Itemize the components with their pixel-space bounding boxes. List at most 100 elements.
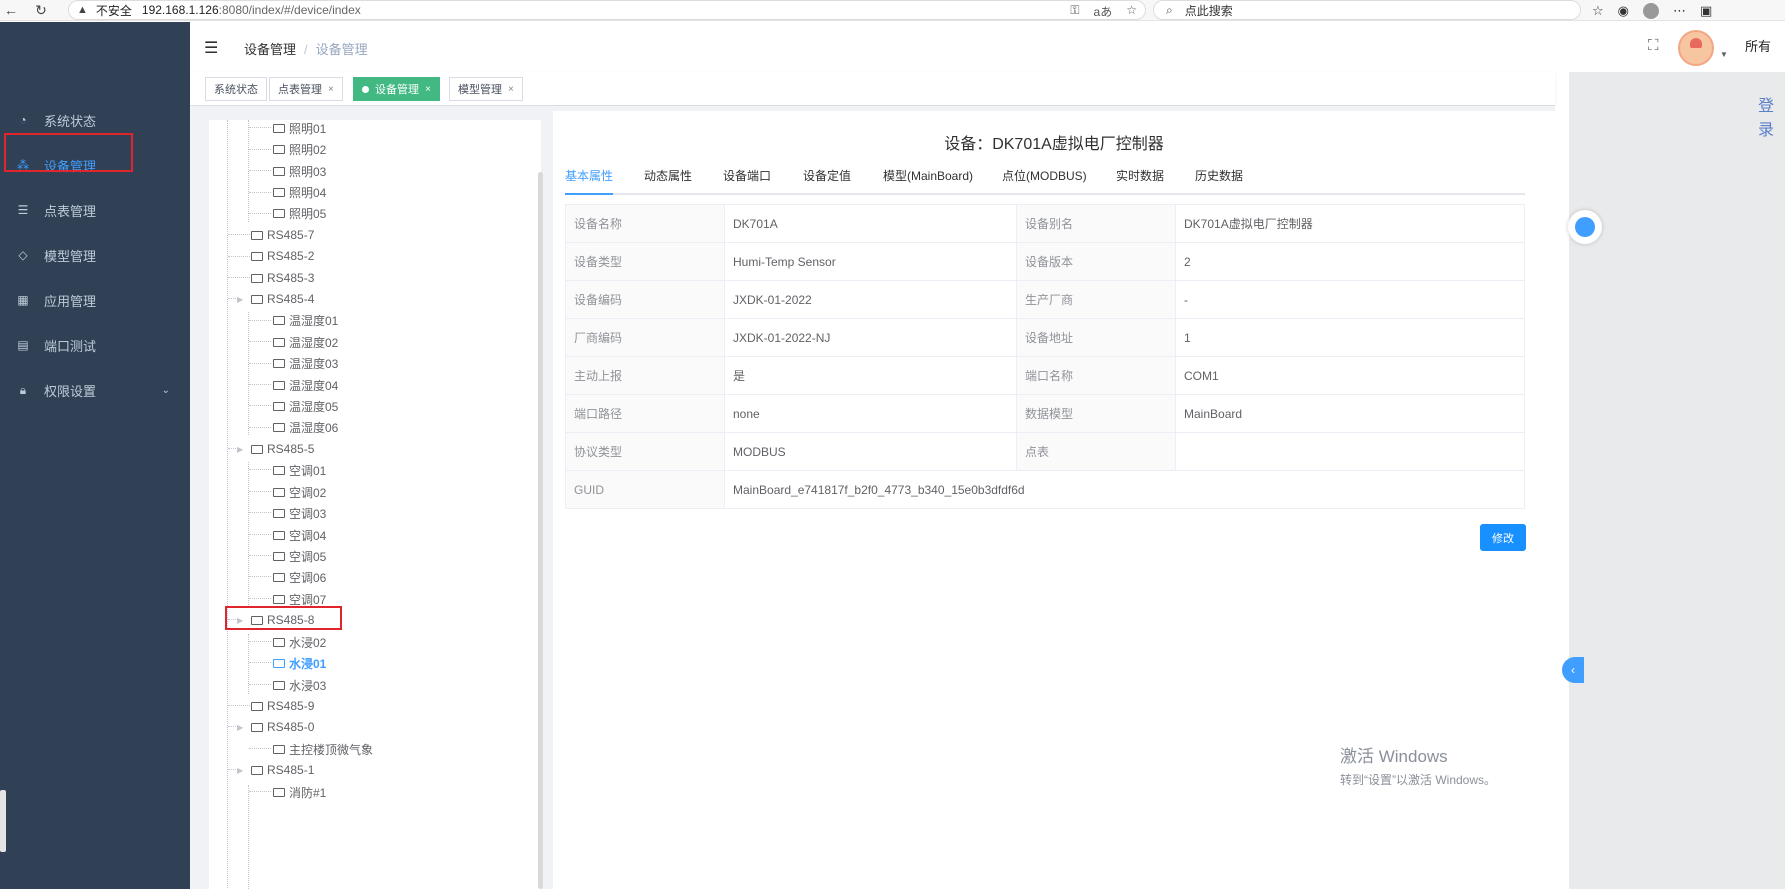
property-value: MainBoard_e741817f_b2f0_4773_b340_15e0b3… (724, 470, 1525, 509)
tab-basic-properties[interactable]: 基本属性 (565, 165, 614, 195)
fullscreen-icon[interactable]: ⛶ (1648, 37, 1659, 54)
address-bar[interactable]: ▲ 不安全 192.168.1.126:8080/index/#/device/… (68, 0, 1146, 20)
tree-node-device[interactable]: 温湿度05 (273, 396, 338, 416)
tab-points[interactable]: 点位(MODBUS) (1002, 165, 1087, 195)
favorite-star-icon[interactable]: ☆ (1126, 3, 1137, 20)
table-row: 设备名称 DK701A 设备别名 DK701A虚拟电厂控制器 (565, 204, 1525, 243)
tab-device-ports[interactable]: 设备端口 (723, 165, 771, 195)
breadcrumb-item[interactable]: 设备管理 (244, 42, 296, 57)
tab-realtime-data[interactable]: 实时数据 (1116, 165, 1164, 195)
folder-icon (273, 422, 285, 432)
folder-icon (273, 508, 285, 518)
tree-node-port[interactable]: RS485-2 (251, 246, 314, 266)
reload-icon[interactable]: ↻ (30, 0, 52, 21)
folder-icon (273, 123, 285, 133)
sidebar-item-model-management[interactable]: ◇ 模型管理 (0, 235, 190, 275)
tree-node-device[interactable]: 水浸02 (273, 632, 326, 652)
tag-device-management[interactable]: 设备管理 × (353, 77, 440, 101)
tag-system-status[interactable]: 系统状态 (205, 77, 267, 101)
tree-node-device[interactable]: 温湿度06 (273, 417, 338, 437)
tree-node-device[interactable]: 照明04 (273, 182, 326, 202)
tree-node-device[interactable]: 空调04 (273, 525, 326, 545)
tree-node-port[interactable]: ▶ RS485-4 (237, 289, 314, 309)
clipped-text: 所有 (1745, 39, 1772, 54)
chevron-left-icon: ‹ (1571, 663, 1575, 677)
close-icon[interactable]: × (425, 84, 431, 95)
tree-node-port[interactable]: ▶ RS485-5 (237, 439, 314, 459)
tree-node-device[interactable]: 空调06 (273, 567, 326, 587)
caret-right-icon[interactable]: ▶ (237, 445, 247, 454)
property-value: Humi-Temp Sensor (724, 242, 1017, 281)
avatar[interactable] (1678, 30, 1714, 66)
tree-node-device[interactable]: 温湿度04 (273, 375, 338, 395)
tree-node-device[interactable]: 照明03 (273, 161, 326, 181)
tree-node-label: 空调01 (289, 463, 327, 478)
list-icon: ☰ (17, 203, 29, 217)
tree-node-label: 水浸01 (289, 656, 327, 671)
tree-node-device[interactable]: 空调03 (273, 503, 326, 523)
tree-guide-line (228, 234, 250, 235)
property-value: none (724, 394, 1017, 433)
tree-node-device-selected[interactable]: 水浸01 (273, 653, 326, 673)
tree-node-device[interactable]: 空调05 (273, 546, 326, 566)
property-label: 设备别名 (1016, 204, 1176, 243)
tree-node-device[interactable]: 消防#1 (273, 782, 326, 802)
browser-search-box[interactable]: ⌕ 点此搜索 (1153, 0, 1581, 20)
tree-node-port[interactable]: RS485-3 (251, 268, 314, 288)
tab-model[interactable]: 模型(MainBoard) (883, 165, 973, 195)
tree-node-device[interactable]: 水浸03 (273, 675, 326, 695)
tree-node-device[interactable]: 温湿度03 (273, 353, 338, 373)
tree-node-port[interactable]: RS485-7 (251, 225, 314, 245)
close-icon[interactable]: × (328, 84, 334, 95)
sidebar-item-permissions[interactable]: 🔒︎ 权限设置 ⌄ (0, 370, 190, 410)
tag-model-management[interactable]: 模型管理 × (449, 77, 523, 101)
caret-right-icon[interactable]: ▶ (237, 723, 247, 732)
key-icon[interactable]: ⚿ (1070, 3, 1079, 20)
caret-right-icon[interactable]: ▶ (237, 295, 247, 304)
read-aloud-icon[interactable]: aあ (1094, 3, 1113, 20)
tree-node-device[interactable]: 照明05 (273, 203, 326, 223)
tab-dynamic-properties[interactable]: 动态属性 (644, 165, 692, 195)
tree-node-device[interactable]: 照明02 (273, 139, 326, 159)
sidebar-item-app-management[interactable]: ▦ 应用管理 (0, 280, 190, 320)
tree-node-device[interactable]: 主控楼顶微气象 (273, 739, 373, 759)
property-value: COM1 (1175, 356, 1525, 395)
favorites-icon[interactable]: ☆ (1592, 3, 1604, 19)
close-icon[interactable]: × (508, 84, 514, 95)
collapse-panel-button[interactable]: ‹ (1562, 657, 1584, 683)
sidebar-item-port-test[interactable]: ▤ 端口测试 (0, 325, 190, 365)
profile-avatar-icon[interactable] (1643, 2, 1659, 19)
browser-toolbar: ← ↻ ▲ 不安全 192.168.1.126:8080/index/#/dev… (0, 0, 1785, 21)
tree-guide-line (228, 726, 236, 727)
tag-label: 系统状态 (214, 84, 258, 96)
tag-point-table[interactable]: 点表管理 × (269, 77, 343, 101)
chat-bubble-icon (1575, 217, 1595, 237)
tree-node-device[interactable]: 温湿度02 (273, 332, 338, 352)
tree-node-label: 空调07 (289, 592, 327, 607)
tab-device-setpoints[interactable]: 设备定值 (803, 165, 851, 195)
sidebar-toggle-icon[interactable]: ▣ (1700, 3, 1712, 19)
tree-scrollbar[interactable] (538, 172, 543, 889)
extension-icon[interactable]: ◉ (1618, 3, 1629, 19)
tree-guide-line (248, 634, 249, 694)
tab-history-data[interactable]: 历史数据 (1195, 165, 1243, 195)
hamburger-icon[interactable]: ☰ (204, 38, 218, 58)
tree-node-port[interactable]: RS485-9 (251, 696, 314, 716)
tree-node-device[interactable]: 温湿度01 (273, 310, 338, 330)
tree-node-label: RS485-0 (267, 720, 315, 734)
tree-node-port[interactable]: ▶ RS485-0 (237, 717, 314, 737)
caret-right-icon[interactable]: ▶ (237, 766, 247, 775)
caret-down-icon[interactable]: ▼ (1720, 50, 1728, 59)
tree-guide-line (248, 785, 249, 889)
folder-icon (273, 680, 285, 690)
tree-node-device[interactable]: 空调01 (273, 460, 326, 480)
sidebar-item-point-table[interactable]: ☰ 点表管理 (0, 190, 190, 230)
tree-node-device[interactable]: 空调02 (273, 482, 326, 502)
back-icon[interactable]: ← (0, 0, 22, 21)
tree-node-port[interactable]: ▶ RS485-1 (237, 760, 314, 780)
tree-node-device[interactable]: 照明01 (273, 118, 326, 138)
tree-guide-line (249, 127, 271, 128)
more-icon[interactable]: ⋯ (1673, 3, 1686, 19)
edit-button[interactable]: 修改 (1480, 524, 1526, 551)
assistant-float-button[interactable] (1568, 210, 1602, 244)
